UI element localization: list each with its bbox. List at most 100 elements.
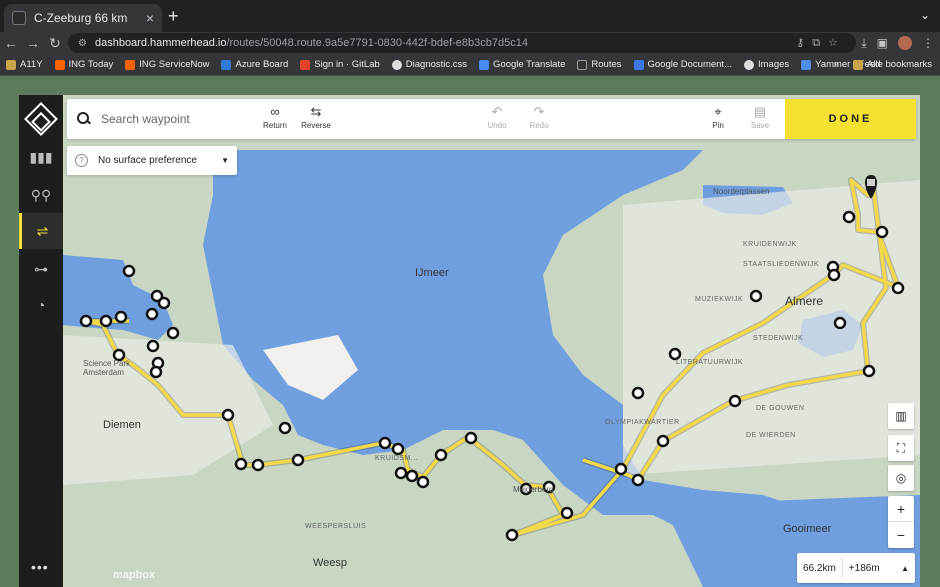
gitlab-icon — [300, 59, 311, 70]
pin-button[interactable]: ⌖ Pin — [698, 103, 738, 135]
waypoint[interactable] — [749, 289, 763, 303]
redo-button[interactable]: ↷ Redo — [519, 103, 559, 135]
tab-menu-chevron-icon[interactable]: ⌄ — [920, 8, 930, 22]
waypoint[interactable] — [145, 307, 159, 321]
waypoint[interactable] — [891, 281, 905, 295]
waypoint[interactable] — [278, 421, 292, 435]
waypoint[interactable] — [114, 310, 128, 324]
more-options-icon[interactable]: ••• — [31, 559, 49, 575]
sidebar-item-rides[interactable]: ⚲⚲ — [19, 177, 63, 213]
waypoint[interactable] — [668, 347, 682, 361]
save-button[interactable]: ▤ Save — [740, 103, 780, 135]
caret-up-icon[interactable]: ▲ — [895, 564, 915, 573]
forward-icon[interactable]: → — [22, 35, 44, 51]
waypoint[interactable] — [79, 314, 93, 328]
route-stats[interactable]: 66.2km +186m ▲ — [797, 553, 915, 583]
bookmark-item[interactable]: ING ServiceNow — [125, 59, 209, 70]
map-label-almere: Almere — [785, 294, 824, 308]
toolbar-right: ⤓ ▣ ⋮ — [861, 36, 934, 51]
waypoint[interactable] — [631, 386, 645, 400]
reverse-button[interactable]: ⇆ Reverse — [296, 103, 336, 135]
waypoint[interactable] — [391, 442, 405, 456]
fit-route-button[interactable]: ⛶ — [888, 435, 914, 461]
waypoint[interactable] — [631, 473, 645, 487]
bookmark-item[interactable]: Routes — [577, 59, 622, 70]
sidebar-item-routes[interactable]: ⇌ — [19, 213, 63, 249]
waypoint[interactable] — [728, 394, 742, 408]
bookmark-item[interactable]: Diagnostic.css — [391, 59, 467, 70]
waypoint[interactable] — [614, 462, 628, 476]
waypoint[interactable] — [405, 469, 419, 483]
bookmark-item[interactable]: ING Today — [54, 59, 113, 70]
bookmark-item[interactable]: Google Translate — [479, 59, 565, 70]
waypoint[interactable] — [434, 448, 448, 462]
waypoint[interactable] — [157, 296, 171, 310]
locate-button[interactable]: ◎ — [888, 465, 914, 491]
waypoint[interactable] — [505, 528, 519, 542]
waypoint[interactable] — [394, 466, 408, 480]
new-tab-icon[interactable]: + — [168, 6, 179, 27]
waypoint[interactable] — [656, 434, 670, 448]
waypoint[interactable] — [833, 316, 847, 330]
browser-tab[interactable]: C-Zeeburg 66 km × — [4, 4, 162, 32]
back-icon[interactable]: ← — [0, 35, 22, 51]
azure-icon — [221, 59, 232, 70]
hammerhead-logo-icon[interactable] — [24, 102, 58, 136]
return-button[interactable]: ∞ Return — [255, 103, 295, 135]
zoom-in-button[interactable]: + — [888, 496, 914, 522]
map-style-button[interactable]: ▥ — [888, 403, 914, 429]
omnibox-actions-icon[interactable]: ⚷⧉☆ — [796, 36, 846, 50]
bookmark-item[interactable]: Azure Board — [221, 59, 288, 70]
sidebar-item-workouts[interactable]: ⊶ — [19, 251, 63, 287]
question-icon[interactable]: ? — [75, 154, 88, 167]
waypoint[interactable] — [234, 457, 248, 471]
download-icon[interactable]: ⤓ — [861, 36, 866, 51]
caret-down-icon: ▼ — [221, 156, 229, 165]
waypoint[interactable] — [378, 436, 392, 450]
sidepanel-icon[interactable]: ▣ — [877, 36, 888, 51]
search-waypoint-input[interactable] — [101, 112, 251, 126]
waypoint[interactable] — [291, 453, 305, 467]
waypoint[interactable] — [122, 264, 136, 278]
ing-icon — [54, 59, 65, 70]
waypoint[interactable] — [146, 339, 160, 353]
waypoint[interactable] — [99, 314, 113, 328]
waypoint[interactable] — [251, 458, 265, 472]
floppy-disk-icon: ▤ — [753, 104, 767, 119]
bookmark-item[interactable]: Google Document... — [633, 59, 732, 70]
sidebar-item-activity[interactable]: ◔ — [19, 287, 63, 323]
done-button[interactable]: DONE — [785, 99, 916, 139]
mapbox-attribution[interactable]: mapbox — [113, 569, 155, 581]
bookmark-item[interactable]: A11Y — [6, 59, 43, 70]
browser-menu-icon[interactable]: ⋮ — [922, 36, 934, 51]
waypoint[interactable] — [221, 408, 235, 422]
route-toolbar: ∞ Return ⇆ Reverse ↶ Undo ↷ Redo ⌖ Pin ▤… — [67, 99, 916, 139]
more-bookmarks-icon[interactable]: » — [834, 59, 839, 70]
browser-tab-bar: C-Zeeburg 66 km × + ⌄ — [0, 0, 940, 32]
waypoint[interactable] — [560, 506, 574, 520]
waypoint[interactable] — [416, 475, 430, 489]
folder-icon — [853, 59, 864, 70]
reload-icon[interactable]: ↻ — [44, 35, 66, 52]
bookmark-item[interactable]: Sign in · GitLab — [300, 59, 380, 70]
sidebar-item-stats[interactable]: ▮▮▮ — [19, 139, 63, 175]
waypoint[interactable] — [149, 365, 163, 379]
waypoint[interactable] — [827, 268, 841, 282]
undo-button[interactable]: ↶ Undo — [477, 103, 517, 135]
waypoint[interactable] — [875, 225, 889, 239]
all-bookmarks[interactable]: Alle bookmarks — [853, 59, 932, 70]
waypoint[interactable] — [842, 210, 856, 224]
surface-preference-select[interactable]: ? No surface preference ▼ — [67, 146, 237, 175]
waypoint[interactable] — [862, 364, 876, 378]
address-bar[interactable]: ⚙ dashboard.hammerhead.io/routes/50048.r… — [68, 33, 856, 53]
redo-icon: ↷ — [533, 104, 545, 119]
bookmark-item[interactable]: Images — [744, 59, 789, 70]
waypoint[interactable] — [166, 326, 180, 340]
waypoint[interactable] — [464, 431, 478, 445]
map-label-muiderberg: Muiderberg — [513, 485, 554, 494]
site-info-icon[interactable]: ⚙ — [78, 38, 87, 49]
close-tab-icon[interactable]: × — [146, 10, 154, 26]
map-label-noorderplassen: Noorderplassen — [713, 187, 770, 196]
zoom-out-button[interactable]: − — [888, 522, 914, 548]
profile-avatar[interactable] — [898, 36, 912, 50]
